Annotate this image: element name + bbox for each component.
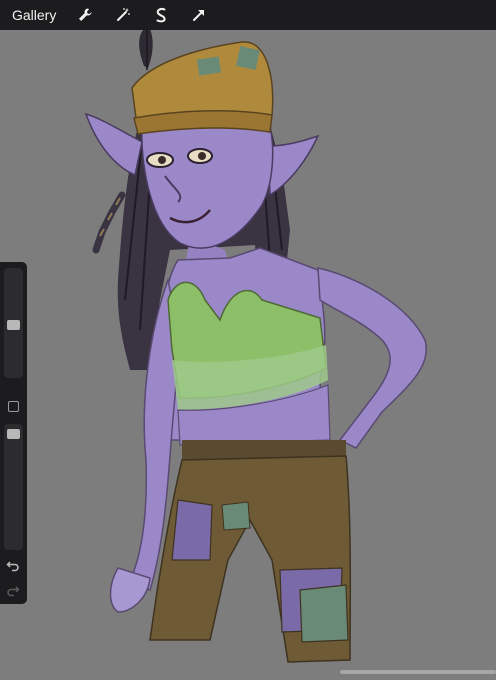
brush-size-handle[interactable] — [7, 320, 20, 330]
opacity-handle[interactable] — [7, 429, 20, 439]
magic-wand-icon[interactable] — [112, 4, 134, 26]
brush-size-slider[interactable] — [4, 268, 23, 378]
redo-icon[interactable] — [6, 583, 20, 597]
wrench-icon[interactable] — [74, 4, 96, 26]
home-indicator — [340, 670, 496, 674]
character-illustration — [84, 30, 428, 663]
undo-icon[interactable] — [6, 558, 20, 572]
drawing-canvas[interactable] — [0, 30, 496, 680]
modify-button[interactable] — [8, 401, 19, 412]
selection-icon[interactable] — [150, 4, 172, 26]
top-toolbar: Gallery — [0, 0, 496, 30]
gallery-button[interactable]: Gallery — [12, 7, 58, 23]
transform-arrow-icon[interactable] — [188, 4, 210, 26]
opacity-slider[interactable] — [4, 424, 23, 550]
tool-sidebar — [0, 262, 27, 604]
